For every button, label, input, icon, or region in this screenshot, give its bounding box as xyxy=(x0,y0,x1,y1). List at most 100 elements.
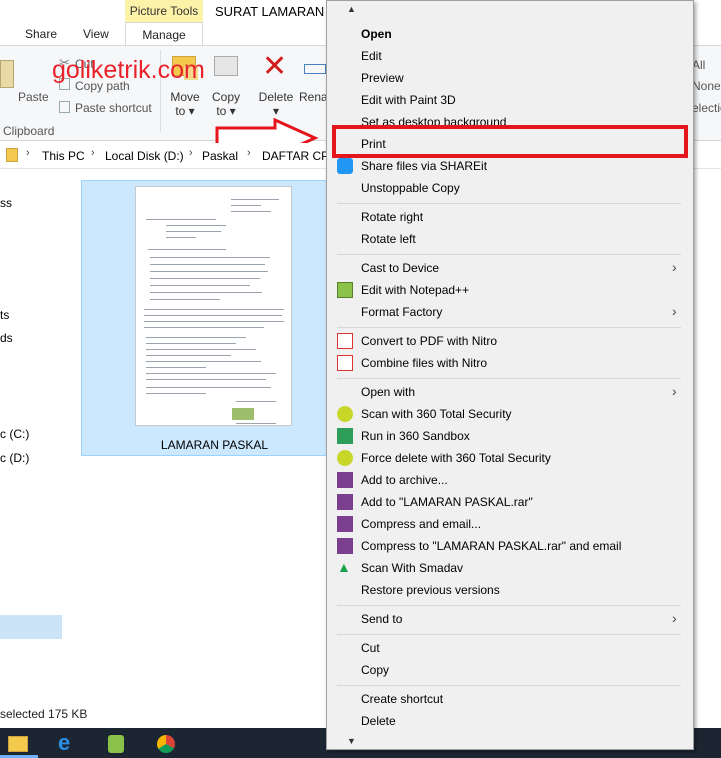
chevron-right-icon: › xyxy=(672,303,677,319)
menu-item-cast-to-device[interactable]: Cast to Device xyxy=(361,261,439,275)
menu-item-add-to-archive[interactable]: Add to archive... xyxy=(361,473,448,487)
menu-item-print[interactable]: Print xyxy=(361,137,386,151)
nav-item-documents[interactable]: ts xyxy=(0,308,9,322)
scroll-up-icon[interactable]: ▲ xyxy=(347,4,356,14)
document-thumbnail xyxy=(135,186,292,426)
menu-item-rotate-left[interactable]: Rotate left xyxy=(361,232,416,246)
nav-item-access[interactable]: ss xyxy=(0,196,12,210)
chevron-right-icon: › xyxy=(672,610,677,626)
nav-selection xyxy=(0,615,62,639)
menu-item-add-to-rar[interactable]: Add to "LAMARAN PASKAL.rar" xyxy=(361,495,533,509)
menu-item-open-with[interactable]: Open with xyxy=(361,385,415,399)
menu-item-unstoppable-copy[interactable]: Unstoppable Copy xyxy=(361,181,460,195)
paste-shortcut-icon xyxy=(59,101,70,113)
menu-item-open[interactable]: Open xyxy=(361,27,392,41)
menu-item-rotate-right[interactable]: Rotate right xyxy=(361,210,423,224)
menu-item-preview[interactable]: Preview xyxy=(361,71,404,85)
nav-item-disk-d[interactable]: c (D:) xyxy=(0,451,29,465)
rename-icon xyxy=(304,64,326,74)
nav-item-downloads[interactable]: ds xyxy=(0,331,13,345)
menu-item-copy[interactable]: Copy xyxy=(361,663,389,677)
360-sandbox-icon xyxy=(337,428,353,444)
360-security-icon xyxy=(337,406,353,422)
status-bar-text: selected 175 KB xyxy=(0,707,88,721)
app-taskbar-icon[interactable] xyxy=(108,735,124,753)
navigation-pane: ss ts ds c (C:) c (D:) xyxy=(0,170,64,705)
tab-view[interactable]: View xyxy=(83,27,109,41)
menu-separator xyxy=(337,685,681,686)
picture-tools-group-label: Picture Tools xyxy=(125,0,203,22)
file-name-label: LAMARAN PASKAL xyxy=(160,438,269,452)
shareit-icon xyxy=(337,158,353,174)
paste-shortcut-button[interactable]: Paste shortcut xyxy=(75,101,152,115)
menu-item-scan-360[interactable]: Scan with 360 Total Security xyxy=(361,407,512,421)
menu-item-delete[interactable]: Delete xyxy=(361,714,396,728)
winrar-icon xyxy=(337,494,353,510)
menu-item-send-to[interactable]: Send to xyxy=(361,612,402,626)
context-menu: ▲ Open Edit Preview Edit with Paint 3D S… xyxy=(326,0,694,750)
chevron-right-icon: › xyxy=(672,383,677,399)
chevron-right-icon: › xyxy=(672,259,677,275)
edge-browser-icon[interactable]: e xyxy=(58,730,70,756)
tab-manage[interactable]: Manage xyxy=(125,22,203,46)
menu-item-restore-versions[interactable]: Restore previous versions xyxy=(361,583,500,597)
clipboard-group-label: Clipboard xyxy=(3,124,55,138)
menu-item-combine-nitro[interactable]: Combine files with Nitro xyxy=(361,356,487,370)
copy-to-button[interactable]: Copy to ▾ xyxy=(208,90,244,118)
chevron-right-icon: › xyxy=(91,147,95,159)
rename-button[interactable]: Rena xyxy=(299,90,328,104)
nav-item-disk-c[interactable]: c (C:) xyxy=(0,427,29,441)
menu-separator xyxy=(337,254,681,255)
menu-item-cut[interactable]: Cut xyxy=(361,641,380,655)
nitro-pdf-icon xyxy=(337,333,353,349)
360-force-delete-icon xyxy=(337,450,353,466)
move-to-button[interactable]: Move to ▾ xyxy=(168,90,202,118)
menu-item-scan-smadav[interactable]: Scan With Smadav xyxy=(361,561,463,575)
delete-x-icon: ✕ xyxy=(262,50,288,83)
menu-item-format-factory[interactable]: Format Factory xyxy=(361,305,442,319)
folder-icon xyxy=(6,148,18,162)
scroll-down-icon[interactable]: ▼ xyxy=(347,736,356,746)
file-explorer-taskbar-icon[interactable] xyxy=(8,736,28,752)
chevron-right-icon: › xyxy=(26,147,30,159)
winrar-icon xyxy=(337,472,353,488)
menu-item-edit[interactable]: Edit xyxy=(361,49,382,63)
delete-button[interactable]: Delete ▾ xyxy=(256,90,296,118)
menu-item-create-shortcut[interactable]: Create shortcut xyxy=(361,692,443,706)
menu-item-edit-paint3d[interactable]: Edit with Paint 3D xyxy=(361,93,456,107)
paste-button[interactable]: Paste xyxy=(18,90,49,104)
smadav-icon: ▲ xyxy=(337,559,351,575)
chrome-icon[interactable] xyxy=(157,735,175,753)
menu-separator xyxy=(337,378,681,379)
stamp-icon xyxy=(232,408,254,420)
breadcrumb-this-pc[interactable]: This PC xyxy=(42,149,85,163)
watermark-logo: goliketrik.com xyxy=(52,56,205,84)
menu-separator xyxy=(337,327,681,328)
menu-item-compress-email[interactable]: Compress and email... xyxy=(361,517,481,531)
paste-icon xyxy=(0,60,14,88)
menu-item-edit-notepadpp[interactable]: Edit with Notepad++ xyxy=(361,283,469,297)
menu-item-compress-rar-email[interactable]: Compress to "LAMARAN PASKAL.rar" and ema… xyxy=(361,539,621,553)
select-none-partial[interactable]: None xyxy=(692,79,721,93)
invert-selection-partial[interactable]: election xyxy=(692,101,721,115)
winrar-icon xyxy=(337,516,353,532)
breadcrumb-paskal[interactable]: Paskal xyxy=(202,149,238,163)
nitro-combine-icon xyxy=(337,355,353,371)
menu-separator xyxy=(337,203,681,204)
notepadpp-icon xyxy=(337,282,353,298)
menu-item-force-delete-360[interactable]: Force delete with 360 Total Security xyxy=(361,451,551,465)
select-all-partial[interactable]: All xyxy=(692,58,705,72)
chevron-right-icon: › xyxy=(189,147,193,159)
menu-item-run-360-sandbox[interactable]: Run in 360 Sandbox xyxy=(361,429,470,443)
winrar-icon xyxy=(337,538,353,554)
copy-to-icon xyxy=(214,56,238,76)
menu-separator xyxy=(337,634,681,635)
file-tile[interactable]: LAMARAN PASKAL xyxy=(81,180,346,456)
menu-item-convert-pdf-nitro[interactable]: Convert to PDF with Nitro xyxy=(361,334,497,348)
window-title: SURAT LAMARAN xyxy=(215,4,325,19)
menu-separator xyxy=(337,605,681,606)
tab-share[interactable]: Share xyxy=(25,27,57,41)
breadcrumb-local-disk[interactable]: Local Disk (D:) xyxy=(105,149,184,163)
menu-item-shareit[interactable]: Share files via SHAREit xyxy=(361,159,487,173)
chevron-right-icon: › xyxy=(247,147,251,159)
